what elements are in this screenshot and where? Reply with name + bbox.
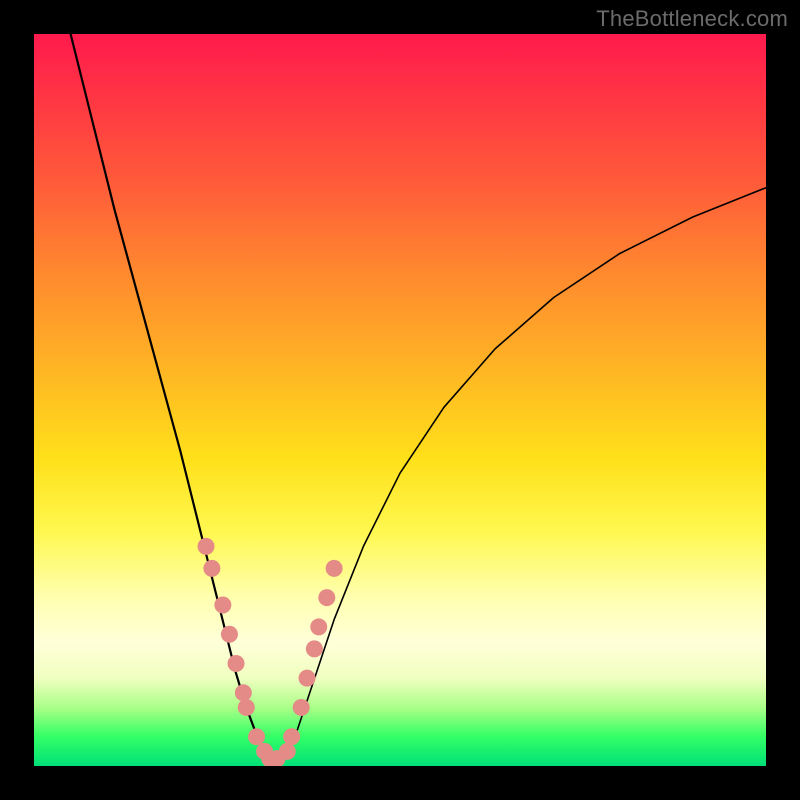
watermark-text: TheBottleneck.com	[596, 6, 788, 32]
left-branch-curve	[71, 34, 269, 759]
right-branch-curve	[283, 188, 766, 759]
curve-layer	[34, 34, 766, 766]
outer-frame: TheBottleneck.com	[0, 0, 800, 800]
plot-area	[34, 34, 766, 766]
scatter-dots	[198, 538, 343, 766]
